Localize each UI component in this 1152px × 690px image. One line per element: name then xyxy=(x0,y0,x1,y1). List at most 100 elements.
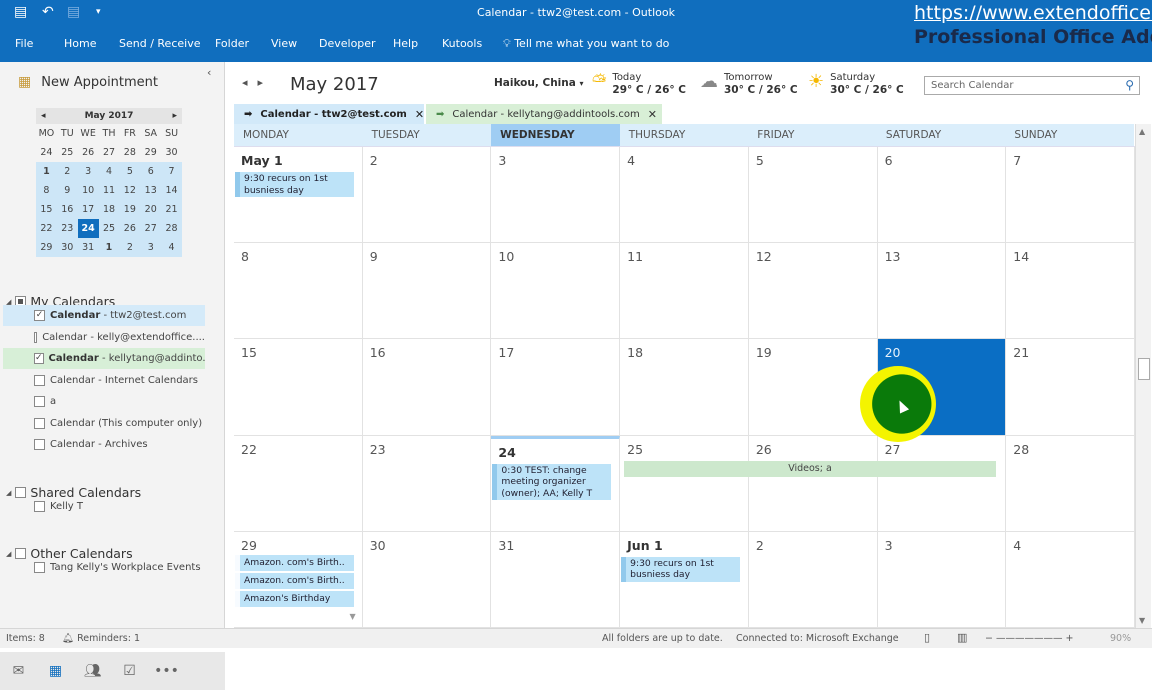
day-cell[interactable]: 28 xyxy=(1006,435,1135,532)
calendar-tab-kellytang[interactable]: ➡ Calendar - kellytang@addintools.com ✕ xyxy=(426,104,662,124)
mini-day[interactable]: 13 xyxy=(140,185,161,196)
tab-help[interactable]: Help xyxy=(393,37,418,50)
calendar-list-item[interactable]: Kelly T xyxy=(3,496,205,517)
day-cell[interactable]: 21 xyxy=(1006,339,1135,436)
mini-day[interactable]: 25 xyxy=(57,147,78,158)
search-calendar-input[interactable]: Search Calendar ⚲ xyxy=(924,76,1140,95)
mini-day[interactable]: 2 xyxy=(119,242,140,253)
search-icon[interactable]: ⚲ xyxy=(1125,78,1134,92)
tell-me-box[interactable]: 💡︎ Tell me what you want to do xyxy=(503,37,669,51)
calendar-list-item[interactable]: a xyxy=(3,391,205,412)
mini-day[interactable]: 23 xyxy=(57,223,78,234)
calendar-event[interactable]: Videos; a xyxy=(620,461,996,477)
scroll-down-icon[interactable]: ▼ xyxy=(1139,616,1145,625)
day-cell[interactable]: May 1 9:30 recurs on 1st busniess day xyxy=(234,147,363,244)
scroll-up-icon[interactable]: ▲ xyxy=(1139,127,1145,136)
calendar-icon[interactable]: ▦ xyxy=(37,663,74,679)
tab-folder[interactable]: Folder xyxy=(215,37,249,50)
mini-day[interactable]: 1 xyxy=(36,166,57,177)
mini-day[interactable]: 2 xyxy=(57,166,78,177)
tab-send-receive[interactable]: Send / Receive xyxy=(119,37,200,50)
mini-day[interactable]: 29 xyxy=(140,147,161,158)
day-cell[interactable]: 22 xyxy=(234,435,363,532)
mini-day[interactable]: 15 xyxy=(36,204,57,215)
calendar-event[interactable]: Amazon. com's Birth.. xyxy=(235,554,354,571)
day-cell[interactable]: 14 xyxy=(1006,243,1135,340)
mini-day[interactable]: 29 xyxy=(36,242,57,253)
day-cell[interactable]: 6 xyxy=(877,147,1007,244)
tab-file[interactable]: File xyxy=(15,37,33,50)
calendar-list-item[interactable]: Calendar - kelly@extendoffice.... xyxy=(3,327,205,348)
mini-day[interactable]: 26 xyxy=(78,147,99,158)
calendar-checkbox[interactable]: ✓ xyxy=(34,353,44,364)
calendar-event[interactable]: 9:30 recurs on 1st busniess day xyxy=(621,556,740,582)
mini-day[interactable]: 17 xyxy=(78,204,99,215)
mini-day[interactable]: 1 xyxy=(99,242,120,253)
mini-day[interactable]: 31 xyxy=(78,242,99,253)
calendar-checkbox[interactable] xyxy=(34,374,45,386)
mini-day[interactable]: 8 xyxy=(36,185,57,196)
mini-day[interactable]: 6 xyxy=(140,166,161,177)
mini-day[interactable]: 11 xyxy=(99,185,120,196)
calendar-tab-ttw2[interactable]: ➡ Calendar - ttw2@test.com ✕ xyxy=(234,104,424,124)
calendar-checkbox[interactable] xyxy=(34,417,45,429)
prev-month-icon[interactable]: ◂ xyxy=(242,76,258,89)
mini-day[interactable]: 9 xyxy=(57,185,78,196)
mini-day[interactable]: 14 xyxy=(161,185,182,196)
mini-day[interactable]: 7 xyxy=(161,166,182,177)
day-cell[interactable]: 4 xyxy=(1006,531,1135,628)
day-cell[interactable]: 26 xyxy=(748,435,878,532)
people-icon[interactable]: 👥︎ xyxy=(74,663,111,679)
more-icon[interactable]: ••• xyxy=(148,663,185,679)
calendar-list-item[interactable]: Calendar - Internet Calendars xyxy=(3,370,205,391)
mini-day[interactable]: 27 xyxy=(140,223,161,234)
day-cell[interactable]: 23 xyxy=(362,435,492,532)
day-cell[interactable]: Jun 1 9:30 recurs on 1st busniess day xyxy=(620,531,749,628)
calendar-event[interactable]: 9:30 recurs on 1st busniess day xyxy=(235,172,354,197)
day-cell[interactable]: 3 xyxy=(491,147,621,244)
scrollbar-thumb[interactable] xyxy=(1138,358,1150,380)
mini-day[interactable]: 26 xyxy=(119,223,140,234)
calendar-event[interactable]: Amazon's Birthday xyxy=(235,590,354,607)
calendar-list-item[interactable]: Calendar - Archives xyxy=(3,434,205,455)
calendar-event[interactable]: Amazon. com's Birth.. xyxy=(235,572,354,589)
calendar-checkbox[interactable] xyxy=(34,562,45,573)
overlay-arrow-icon[interactable]: ➡ xyxy=(436,109,444,120)
day-cell[interactable]: 30 xyxy=(362,531,492,628)
mini-prev-month-icon[interactable]: ◂ xyxy=(41,111,46,121)
day-cell[interactable]: 13 xyxy=(877,243,1007,340)
normal-view-icon[interactable]: ▯ xyxy=(924,631,930,644)
mini-next-month-icon[interactable]: ▸ xyxy=(172,111,177,121)
mini-day[interactable]: 28 xyxy=(119,147,140,158)
day-cell[interactable]: 3 xyxy=(877,531,1007,628)
mini-day[interactable]: 10 xyxy=(78,185,99,196)
day-cell[interactable]: 19 xyxy=(748,339,878,436)
overlay-arrow-icon[interactable]: ➡ xyxy=(244,109,252,120)
mini-day[interactable]: 19 xyxy=(119,204,140,215)
close-icon[interactable]: ✕ xyxy=(415,108,424,121)
mini-day[interactable]: 25 xyxy=(99,223,120,234)
day-cell[interactable]: 15 xyxy=(234,339,363,436)
mini-day[interactable]: 24 xyxy=(77,219,99,238)
calendar-checkbox[interactable] xyxy=(34,501,45,512)
calendar-checkbox[interactable] xyxy=(34,396,45,407)
mini-day[interactable]: 5 xyxy=(119,166,140,177)
day-cell[interactable]: 24 0:30 TEST: change meeting organizer (o… xyxy=(491,435,621,532)
day-cell[interactable]: 18 xyxy=(620,339,749,436)
mini-day[interactable]: 30 xyxy=(57,242,78,253)
tab-view[interactable]: View xyxy=(271,37,297,50)
mini-day[interactable]: 20 xyxy=(140,204,161,215)
mail-icon[interactable]: ✉ xyxy=(0,663,37,679)
mini-day[interactable]: 16 xyxy=(57,204,78,215)
calendar-checkbox[interactable]: ✓ xyxy=(34,310,45,321)
day-cell[interactable]: 7 xyxy=(1006,147,1135,244)
calendar-list-item[interactable]: ✓ Calendar - kellytang@addinto... xyxy=(3,348,205,369)
mini-day[interactable]: 21 xyxy=(161,204,182,215)
mini-day[interactable]: 12 xyxy=(119,185,140,196)
mini-day[interactable]: 4 xyxy=(99,166,120,177)
day-cell[interactable]: 31 xyxy=(491,531,621,628)
day-cell[interactable]: 11 xyxy=(620,243,749,340)
day-cell[interactable]: 2 xyxy=(748,531,878,628)
tab-kutools[interactable]: Kutools xyxy=(442,37,482,50)
vertical-scrollbar[interactable]: ▲ ▼ xyxy=(1135,124,1151,628)
